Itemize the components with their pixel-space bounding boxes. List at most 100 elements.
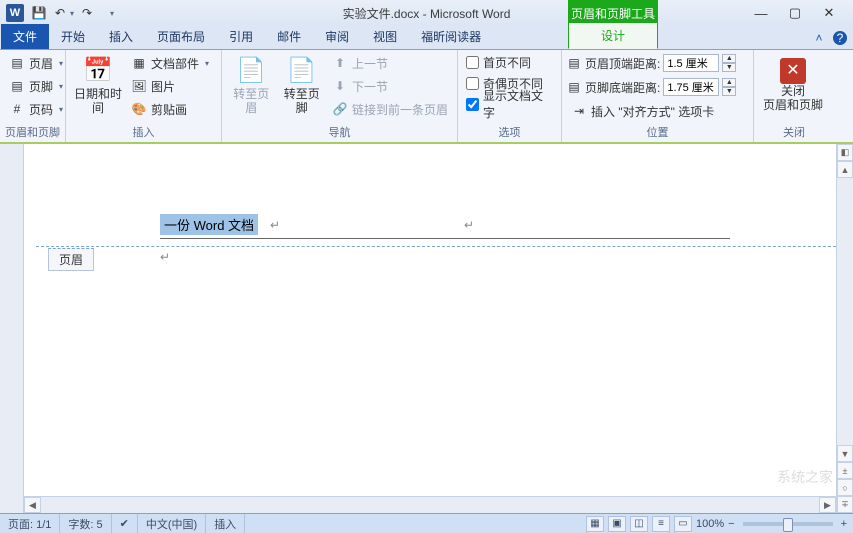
datetime-button[interactable]: 📅 日期和时间 — [70, 52, 126, 118]
ribbon-minimize-button[interactable]: ˄ — [811, 30, 827, 46]
tab-foxit[interactable]: 福昕阅读器 — [409, 24, 493, 49]
header-label: 页眉 — [29, 55, 53, 72]
diff-first-checkbox[interactable]: 首页不同 — [462, 52, 557, 72]
scroll-left-button[interactable]: ◀ — [24, 497, 41, 513]
view-draft[interactable]: ▭ — [674, 516, 692, 532]
footer-bottom-spinner[interactable]: ▲▼ — [722, 78, 736, 96]
status-proofing[interactable]: ✔ — [112, 514, 138, 533]
prev-icon: ⬆ — [332, 55, 348, 71]
status-insert-mode[interactable]: 插入 — [206, 514, 245, 533]
clipart-button[interactable]: 🎨剪贴画 — [126, 98, 214, 120]
tab-references[interactable]: 引用 — [217, 24, 265, 49]
tab-view[interactable]: 视图 — [361, 24, 409, 49]
horizontal-scrollbar[interactable]: ◀ ▶ — [24, 496, 836, 513]
header-top-input[interactable] — [663, 54, 719, 72]
view-outline[interactable]: ≡ — [652, 516, 670, 532]
tab-home[interactable]: 开始 — [49, 24, 97, 49]
group-options: 首页不同 奇偶页不同 显示文档文字 选项 — [458, 50, 562, 142]
close-hf-button[interactable]: ✕ 关闭 页眉和页脚 — [758, 52, 828, 118]
ruler-toggle[interactable]: ◧ — [837, 144, 853, 161]
group-label-close: 关闭 — [758, 123, 830, 142]
status-words[interactable]: 字数: 5 — [60, 514, 111, 533]
view-web-layout[interactable]: ◫ — [630, 516, 648, 532]
group-label-nav: 导航 — [226, 123, 453, 142]
group-label-options: 选项 — [462, 123, 557, 142]
footer-button[interactable]: ▤页脚▾ — [4, 75, 68, 97]
page: 一份 Word 文档 ↵ ↵ ↵ 页眉 — [36, 150, 826, 500]
status-bar: 页面: 1/1 字数: 5 ✔ 中文(中国) 插入 ▦ ▣ ◫ ≡ ▭ 100%… — [0, 513, 853, 533]
picture-label: 图片 — [151, 78, 175, 95]
align-tab-icon: ⇥ — [571, 103, 587, 119]
close-hf-label: 关闭 页眉和页脚 — [763, 84, 823, 112]
link-label: 链接到前一条页眉 — [352, 101, 448, 118]
show-doc-checkbox[interactable]: 显示文档文字 — [462, 94, 557, 114]
header-button[interactable]: ▤页眉▾ — [4, 52, 68, 74]
save-icon: 💾 — [31, 5, 47, 21]
close-icon: ✕ — [780, 58, 806, 84]
header-top-spinner[interactable]: ▲▼ — [722, 54, 736, 72]
diff-first-label: 首页不同 — [483, 54, 531, 71]
header-top-label: 页眉顶端距离: — [585, 55, 660, 72]
tab-review[interactable]: 审阅 — [313, 24, 361, 49]
header-text-selection[interactable]: 一份 Word 文档 — [160, 214, 258, 235]
next-label: 下一节 — [352, 78, 388, 95]
page-number-button[interactable]: #页码▾ — [4, 98, 68, 120]
group-insert: 📅 日期和时间 ▦文档部件▾ 🖼图片 🎨剪贴画 插入 — [66, 50, 222, 142]
tab-file[interactable]: 文件 — [1, 24, 49, 49]
header-underline — [160, 238, 730, 239]
quickparts-button[interactable]: ▦文档部件▾ — [126, 52, 214, 74]
close-window-button[interactable]: ✕ — [817, 4, 841, 22]
prev-section-button: ⬆上一节 — [327, 52, 453, 74]
header-tag: 页眉 — [48, 248, 94, 271]
datetime-label: 日期和时间 — [73, 87, 123, 115]
status-language[interactable]: 中文(中国) — [138, 514, 206, 533]
view-print-layout[interactable]: ▦ — [586, 516, 604, 532]
status-page[interactable]: 页面: 1/1 — [0, 514, 60, 533]
footer-bottom-input[interactable] — [663, 78, 719, 96]
scroll-down-button[interactable]: ▼ — [837, 445, 853, 462]
scroll-right-button[interactable]: ▶ — [819, 497, 836, 513]
minimize-button[interactable]: — — [749, 4, 773, 22]
group-close: ✕ 关闭 页眉和页脚 关闭 — [754, 50, 834, 142]
ribbon-tabs: 文件 开始 插入 页面布局 引用 邮件 审阅 视图 福昕阅读器 设计 ˄ ? — [0, 26, 853, 50]
save-button[interactable]: 💾 — [28, 2, 50, 24]
show-doc-label: 显示文档文字 — [483, 87, 553, 121]
redo-button[interactable]: ↷ — [76, 2, 98, 24]
link-previous-button: 🔗链接到前一条页眉 — [327, 98, 453, 120]
tab-insert[interactable]: 插入 — [97, 24, 145, 49]
next-page-button[interactable]: ∓ — [837, 496, 853, 513]
vertical-ruler[interactable] — [0, 144, 24, 513]
header-distance-icon: ▤ — [566, 55, 582, 71]
goto-footer-icon: 📄 — [286, 55, 318, 87]
scroll-up-button[interactable]: ▲ — [837, 161, 853, 178]
tab-design[interactable]: 设计 — [568, 22, 658, 49]
prev-page-button[interactable]: ± — [837, 462, 853, 479]
zoom-in-button[interactable]: + — [841, 518, 847, 530]
document-viewport[interactable]: 一份 Word 文档 ↵ ↵ ↵ 页眉 — [24, 144, 853, 513]
zoom-slider[interactable] — [743, 522, 833, 526]
footer-bottom-label: 页脚底端距离: — [585, 79, 660, 96]
goto-header-icon: 📄 — [235, 55, 267, 87]
maximize-button[interactable]: ▢ — [783, 4, 807, 22]
window-title: 实验文件.docx - Microsoft Word — [343, 5, 511, 22]
paragraph-mark-icon: ↵ — [464, 218, 474, 232]
qat-customize[interactable]: ▾ — [100, 2, 122, 24]
page-number-icon: # — [9, 101, 25, 117]
undo-button[interactable]: ↶▾ — [52, 2, 74, 24]
zoom-level[interactable]: 100% — [696, 518, 724, 530]
align-tab-button[interactable]: ⇥插入 "对齐方式" 选项卡 — [566, 100, 736, 122]
goto-footer-button[interactable]: 📄 转至页脚 — [276, 52, 326, 118]
browse-object-button[interactable]: ○ — [837, 479, 853, 496]
undo-icon: ↶ — [52, 5, 68, 21]
app-icon[interactable]: W — [4, 2, 26, 24]
footer-label: 页脚 — [29, 78, 53, 95]
group-position: ▤ 页眉顶端距离: ▲▼ ▤ 页脚底端距离: ▲▼ ⇥插入 "对齐方式" 选项卡… — [562, 50, 754, 142]
vertical-scrollbar[interactable]: ◧ ▲ ▼ ± ○ ∓ — [836, 144, 853, 513]
tab-layout[interactable]: 页面布局 — [145, 24, 217, 49]
picture-button[interactable]: 🖼图片 — [126, 75, 214, 97]
tab-mailings[interactable]: 邮件 — [265, 24, 313, 49]
view-fullscreen[interactable]: ▣ — [608, 516, 626, 532]
goto-header-button: 📄 转至页眉 — [226, 52, 276, 118]
help-button[interactable]: ? — [833, 31, 847, 45]
zoom-out-button[interactable]: − — [728, 518, 734, 530]
